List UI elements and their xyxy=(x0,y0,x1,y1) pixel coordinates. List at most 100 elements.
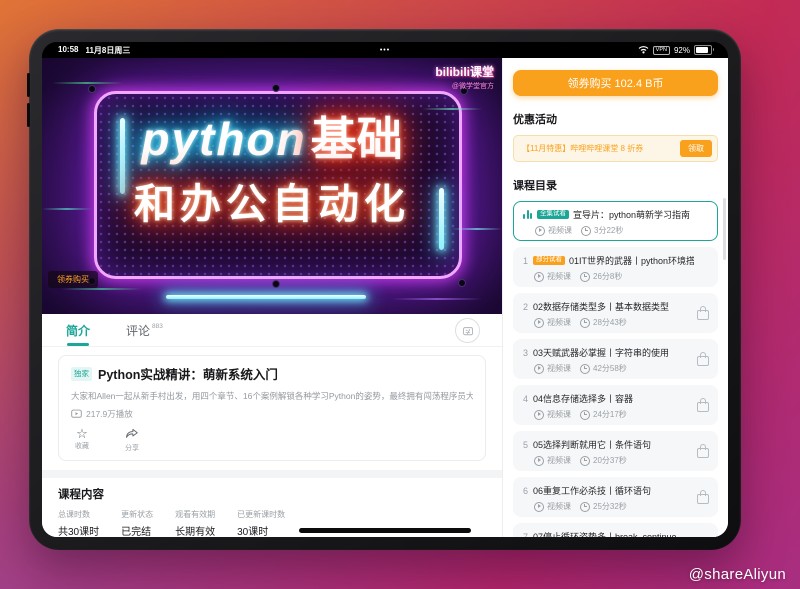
clock-icon xyxy=(581,226,591,236)
episode-type: 视频课 xyxy=(548,225,572,236)
clock-icon xyxy=(580,364,590,374)
wifi-icon xyxy=(638,45,649,56)
video-player[interactable]: python基础 和办公自动化 bilibili课堂 @微学堂官方 领券购买 xyxy=(42,58,502,314)
lock-icon xyxy=(697,448,709,458)
episode-card[interactable]: 4 04信息存储选择多丨容器 视频课 24分17秒 xyxy=(513,385,718,425)
episode-list: 全集试看 宣导片：python萌新学习指南 视频课 3分22秒 xyxy=(513,201,718,537)
play-circle-icon xyxy=(534,410,544,420)
volume-up-button xyxy=(27,73,30,97)
episode-type: 视频课 xyxy=(547,501,571,512)
favorite-label: 收藏 xyxy=(75,441,89,451)
episode-duration: 3分22秒 xyxy=(594,225,623,236)
neon-title-line1: python基础 xyxy=(42,116,502,162)
course-description: 大家和Allen一起从新手村出发，用四个章节、16个案例解锁各种学习Python… xyxy=(71,390,473,402)
lock-icon xyxy=(697,310,709,320)
lock-icon xyxy=(697,402,709,412)
episode-duration: 28分43秒 xyxy=(593,317,627,328)
clock-icon xyxy=(580,410,590,420)
episode-title: 06重复工作必杀技丨循环语句 xyxy=(533,484,651,497)
share-label: 分享 xyxy=(125,443,139,453)
star-icon: ☆ xyxy=(76,427,88,441)
neon-tube-bottom xyxy=(166,295,366,299)
episode-type: 视频课 xyxy=(547,409,571,420)
stat-value: 共30课时 xyxy=(58,523,99,537)
watermark: @shareAliyun xyxy=(689,566,786,583)
episode-title: 05选择判断就用它丨条件语句 xyxy=(533,438,651,451)
episode-duration: 24分17秒 xyxy=(593,409,627,420)
course-info-area: 简介 评论 883 独家 Python实战精讲：萌新系统入门 xyxy=(42,314,502,537)
frame-screw xyxy=(458,279,466,287)
episode-type: 视频课 xyxy=(547,271,571,282)
episode-type: 视频课 xyxy=(547,363,571,374)
frame-screw xyxy=(88,85,96,93)
trial-badge-full: 全集试看 xyxy=(537,210,569,220)
trial-badge-partial: 部分试看 xyxy=(533,256,565,266)
stat-label: 总课时数 xyxy=(58,509,99,520)
clock-icon xyxy=(580,502,590,512)
battery-icon xyxy=(694,45,712,55)
play-count-icon xyxy=(71,409,82,420)
neon-text-jichu: 基础 xyxy=(311,113,403,165)
course-content-heading: 课程内容 xyxy=(58,486,486,502)
course-summary-card: 独家 Python实战精讲：萌新系统入门 大家和Allen一起从新手村出发，用四… xyxy=(58,355,486,461)
episode-index: 7 xyxy=(522,532,529,538)
danmaku-settings-button[interactable] xyxy=(455,318,480,343)
episode-card[interactable]: 7 07停止循环姿势多丨break_continue xyxy=(513,523,718,537)
play-circle-icon xyxy=(534,364,544,374)
logo-subtitle: @微学堂官方 xyxy=(435,81,494,91)
stat-value: 30课时 xyxy=(237,523,285,537)
home-indicator[interactable] xyxy=(299,528,471,533)
episode-card[interactable]: 2 02数据存储类型多丨基本数据类型 视频课 28分43秒 xyxy=(513,293,718,333)
stat-label: 更新状态 xyxy=(121,509,153,520)
glitch-streak xyxy=(62,288,142,290)
ipad-screen: 10:58 11月8日周三 ••• VPN 92% xyxy=(42,42,728,537)
play-circle-icon xyxy=(534,272,544,282)
play-circle-icon xyxy=(534,456,544,466)
stat-total-lessons: 总课时数 共30课时 xyxy=(58,509,99,537)
stat-update-status: 更新状态 已完结 xyxy=(121,509,153,537)
episode-card-trailer[interactable]: 全集试看 宣导片：python萌新学习指南 视频课 3分22秒 xyxy=(513,201,718,241)
tab-comments[interactable]: 评论 883 xyxy=(126,322,163,339)
episode-card[interactable]: 6 06重复工作必杀技丨循环语句 视频课 25分32秒 xyxy=(513,477,718,517)
clock-icon xyxy=(580,272,590,282)
neon-text-python: python xyxy=(141,113,306,165)
tab-bar: 简介 评论 883 xyxy=(42,314,502,347)
favorite-button[interactable]: ☆ 收藏 xyxy=(75,427,89,453)
coupon-overlay-tag[interactable]: 领券购买 xyxy=(48,271,98,288)
lock-icon xyxy=(697,356,709,366)
episode-title: 01IT世界的武器丨python环境搭建_第一个 xyxy=(569,254,694,267)
episode-index: 2 xyxy=(522,302,529,312)
buy-button[interactable]: 领券购买 102.4 B币 xyxy=(513,70,718,96)
share-button[interactable]: 分享 xyxy=(125,427,139,453)
episode-duration: 26分8秒 xyxy=(593,271,622,282)
section-divider xyxy=(42,470,502,478)
logo-title: bilibili课堂 xyxy=(435,63,494,80)
episode-duration: 42分58秒 xyxy=(593,363,627,374)
claim-coupon-button[interactable]: 领取 xyxy=(680,140,712,157)
status-indicators: VPN 92% xyxy=(638,45,712,56)
status-time-date: 10:58 11月8日周三 xyxy=(58,45,130,56)
comments-count: 883 xyxy=(152,323,163,330)
bilibili-class-logo: bilibili课堂 @微学堂官方 xyxy=(435,63,494,91)
glitch-streak xyxy=(422,108,482,110)
panel-scrollbar[interactable] xyxy=(723,198,726,260)
vpn-badge: VPN xyxy=(653,46,670,55)
coupon-text: 【11月特惠】哔哩哔哩课堂 8 折券 xyxy=(522,143,643,154)
episode-title: 07停止循环姿势多丨break_continue xyxy=(533,530,677,537)
share-icon xyxy=(125,427,139,443)
glitch-streak xyxy=(392,298,482,300)
episode-title: 03天赋武器必掌握丨字符串的使用 xyxy=(533,346,669,359)
episode-duration: 20分37秒 xyxy=(593,455,627,466)
playing-bars-icon xyxy=(523,210,533,219)
frame-screw xyxy=(272,84,280,92)
episode-card[interactable]: 5 05选择判断就用它丨条件语句 视频课 20分37秒 xyxy=(513,431,718,471)
stat-value: 已完结 xyxy=(121,523,153,537)
episode-title: 02数据存储类型多丨基本数据类型 xyxy=(533,300,669,313)
date-label: 11月8日周三 xyxy=(85,45,130,56)
tab-intro[interactable]: 简介 xyxy=(66,314,90,346)
course-title: Python实战精讲：萌新系统入门 xyxy=(98,364,278,383)
episode-card[interactable]: 1 部分试看 01IT世界的武器丨python环境搭建_第一个 视频课 26分8… xyxy=(513,247,718,287)
episode-card[interactable]: 3 03天赋武器必掌握丨字符串的使用 视频课 42分58秒 xyxy=(513,339,718,379)
coupon-banner[interactable]: 【11月特惠】哔哩哔哩课堂 8 折券 领取 xyxy=(513,135,718,162)
lock-icon xyxy=(697,494,709,504)
